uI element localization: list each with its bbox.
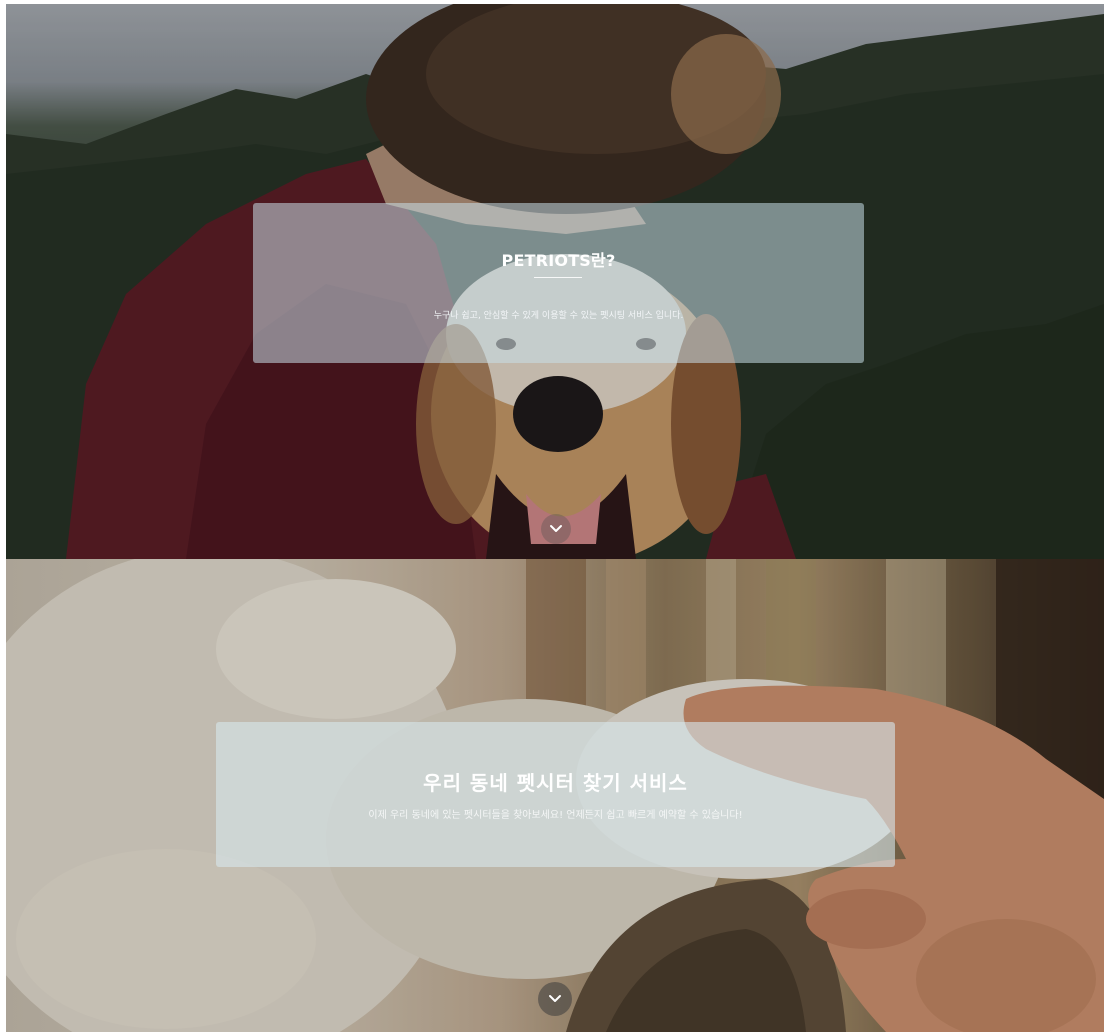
- landing-page: PETRIOTS란? 누구나 쉽고, 안심할 수 있게 이용할 수 있는 펫시팅…: [0, 0, 1106, 1034]
- chevron-down-icon: [550, 525, 562, 532]
- scroll-down-button[interactable]: [538, 982, 572, 1016]
- intro-description: 누구나 쉽고, 안심할 수 있게 이용할 수 있는 펫시팅 서비스 입니다.: [433, 311, 684, 321]
- title-divider: [534, 277, 582, 278]
- service-title: 우리 동네 펫시터 찾기 서비스: [423, 771, 688, 795]
- intro-title: PETRIOTS란?: [501, 251, 616, 270]
- service-section: 우리 동네 펫시터 찾기 서비스 이제 우리 동네에 있는 펫시터들을 찾아보세…: [6, 559, 1104, 1032]
- chevron-down-icon: [549, 995, 561, 1002]
- intro-info-box: PETRIOTS란? 누구나 쉽고, 안심할 수 있게 이용할 수 있는 펫시팅…: [253, 203, 864, 363]
- service-info-box: 우리 동네 펫시터 찾기 서비스 이제 우리 동네에 있는 펫시터들을 찾아보세…: [216, 722, 895, 867]
- scroll-down-button[interactable]: [541, 514, 571, 544]
- intro-section: PETRIOTS란? 누구나 쉽고, 안심할 수 있게 이용할 수 있는 펫시팅…: [6, 4, 1104, 559]
- service-description: 이제 우리 동네에 있는 펫시터들을 찾아보세요! 언제든지 쉽고 빠르게 예약…: [368, 810, 743, 821]
